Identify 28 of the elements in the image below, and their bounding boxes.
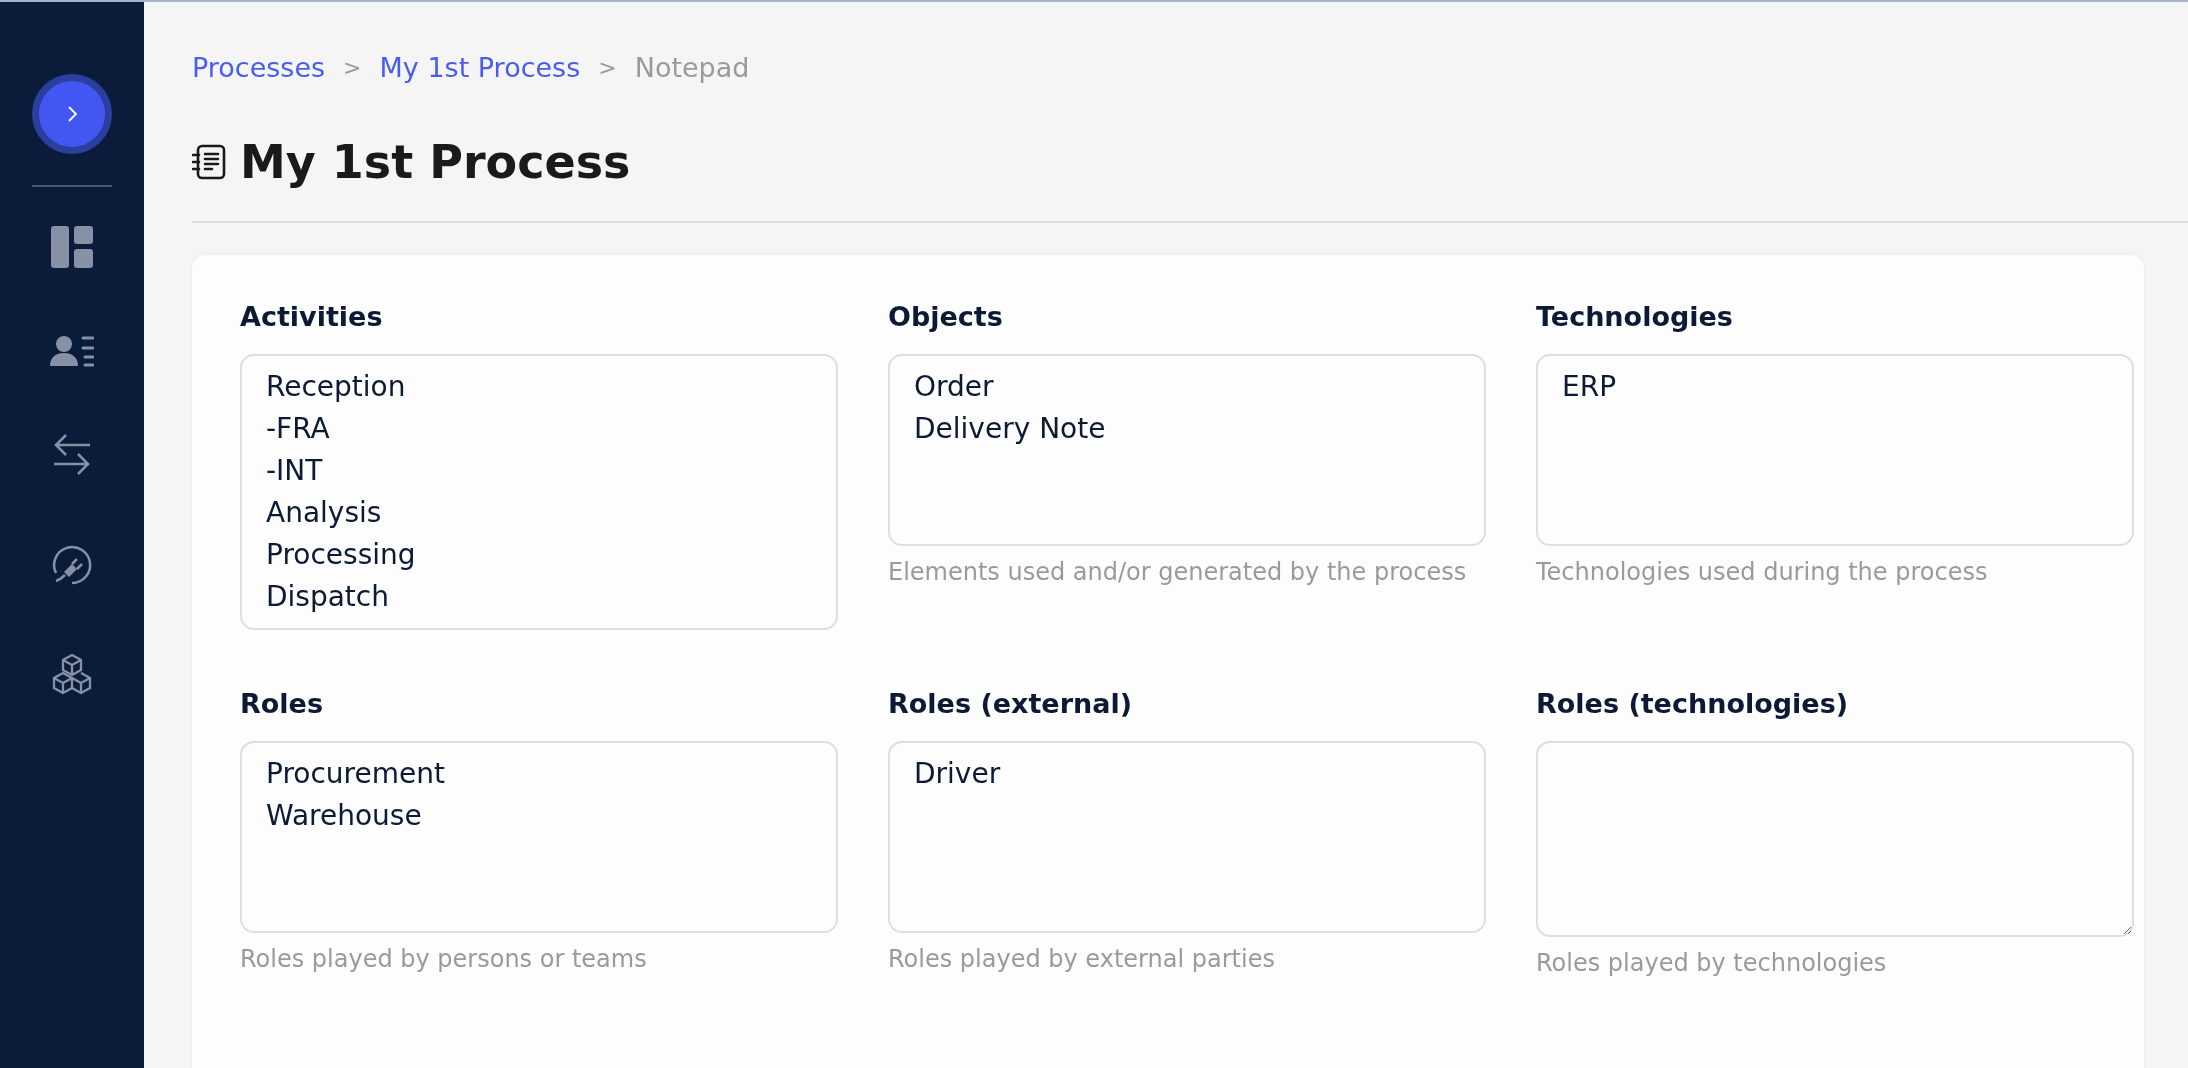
help-text: Technologies used during the process [1536,558,1989,586]
help-text: Elements used and/or generated by the process [888,558,1468,586]
help-text: Roles played by technologies [1536,949,1888,977]
help-text: Roles played by external parties [888,945,1276,973]
dashboard-icon[interactable] [50,225,94,269]
field-label: Technologies [1536,301,1734,332]
breadcrumb-separator: > [343,55,362,80]
help-text: Roles played by persons or teams [240,945,648,973]
user-list-icon[interactable] [50,335,94,367]
field-label: Roles [240,688,324,719]
breadcrumb-current: Notepad [634,52,750,83]
breadcrumb-link[interactable]: Processes [192,52,326,83]
field-label: Activities [240,301,384,332]
text-area[interactable]: Order Delivery Note [888,354,1486,546]
text-area[interactable]: ERP [1536,354,2134,546]
text-area[interactable]: Driver [888,741,1486,933]
swap-arrows-icon[interactable] [52,433,92,477]
plug-icon[interactable] [50,543,94,587]
notepad-icon [192,144,226,180]
field-label: Roles (technologies) [1536,688,1850,719]
field-label: Objects [888,301,1004,332]
breadcrumb-link[interactable]: My 1st Process [379,52,581,83]
text-area[interactable]: Procurement Warehouse [240,741,838,933]
text-area[interactable]: Reception -FRA -INT Analysis Processing Dispatch [240,354,838,630]
breadcrumb-separator: > [598,55,617,80]
field-label: Roles (external) [888,688,1133,719]
cubes-icon[interactable] [50,653,94,697]
page-title: My 1st Process [240,135,631,189]
